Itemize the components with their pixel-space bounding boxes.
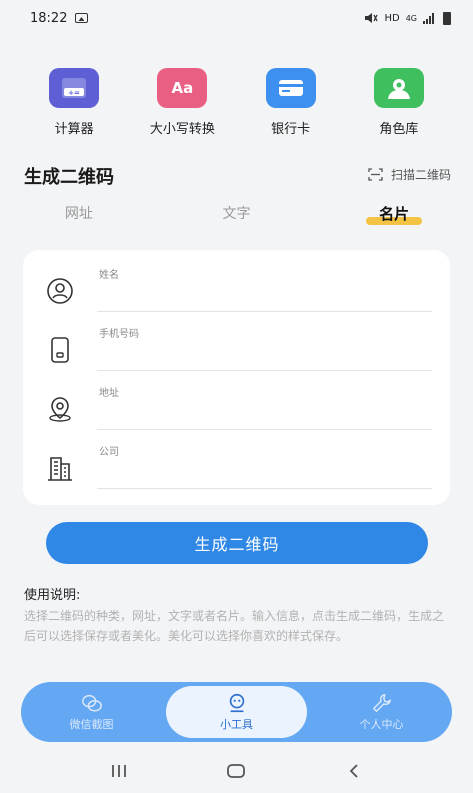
chat-icon: [81, 694, 102, 712]
form-row-phone: 手机号码: [23, 325, 450, 384]
home-button[interactable]: [216, 756, 256, 786]
calculator-icon: +=: [49, 68, 100, 108]
instructions-title: 使用说明:: [24, 588, 81, 603]
company-input[interactable]: [97, 467, 432, 489]
network-type-label: 4G: [405, 13, 417, 23]
tool-label: 计算器: [54, 122, 94, 137]
field-label-company: 公司: [99, 447, 119, 458]
tab-url[interactable]: 网址: [0, 203, 158, 227]
field-label-address: 地址: [99, 388, 119, 399]
qr-type-tabs: 网址 文字 名片: [0, 203, 473, 227]
nav-item-profile[interactable]: 个人中心: [311, 686, 452, 738]
section-title: 生成二维码: [24, 167, 114, 188]
name-input[interactable]: [97, 290, 432, 312]
status-time: 18:22: [30, 10, 68, 26]
network-hd-label: HD: [384, 12, 400, 24]
business-card-form: 姓名 手机号码 地址 公司: [23, 250, 450, 505]
generate-qrcode-button[interactable]: 生成二维码: [46, 522, 428, 564]
status-bar: 18:22 HD 4G: [0, 0, 473, 36]
image-notification-icon: [75, 13, 89, 23]
tool-character-library[interactable]: 角色库: [349, 68, 449, 137]
robot-icon: [229, 693, 244, 713]
instructions-body: 选择二维码的种类，网址，文字或者名片。输入信息，点击生成二维码，生成之后可以选择…: [24, 609, 445, 643]
mute-icon: [365, 13, 379, 23]
battery-icon: [443, 11, 451, 25]
scan-qrcode-button[interactable]: 扫描二维码: [368, 166, 451, 183]
location-icon: [45, 394, 75, 424]
form-row-name: 姓名: [23, 266, 450, 325]
tool-label: 角色库: [379, 122, 419, 137]
nav-label: 小工具: [220, 718, 253, 731]
tab-label: 名片: [379, 205, 410, 223]
scan-icon: [368, 168, 383, 181]
tab-business-card[interactable]: 名片: [315, 203, 473, 227]
status-right: HD 4G: [364, 11, 451, 25]
home-icon: [227, 763, 246, 778]
nav-item-tools[interactable]: 小工具: [166, 686, 307, 738]
tool-bank-card[interactable]: 银行卡: [241, 68, 341, 137]
back-button[interactable]: [334, 756, 374, 786]
recent-apps-button[interactable]: [99, 756, 139, 786]
tool-case-convert[interactable]: Aa 大小写转换: [132, 68, 232, 137]
form-row-address: 地址: [23, 384, 450, 443]
form-row-company: 公司: [23, 443, 450, 502]
signal-icon: [423, 12, 437, 24]
building-icon: [45, 453, 75, 483]
recent-apps-icon: [111, 764, 126, 777]
scan-qrcode-label: 扫描二维码: [390, 168, 451, 182]
wrench-icon: [372, 694, 391, 712]
phone-icon: [45, 335, 75, 365]
back-icon: [349, 763, 358, 778]
tools-row: += 计算器 Aa 大小写转换 银行卡 角色库: [0, 68, 473, 137]
bottom-nav: 微信截图 小工具 个人中心: [21, 682, 452, 742]
case-convert-icon: Aa: [157, 68, 208, 108]
tab-text[interactable]: 文字: [158, 203, 316, 227]
address-input[interactable]: [97, 408, 432, 430]
nav-label: 个人中心: [359, 718, 404, 731]
phone-input[interactable]: [97, 349, 432, 371]
tool-label: 银行卡: [271, 122, 311, 137]
field-label-name: 姓名: [99, 270, 119, 281]
status-left: 18:22: [30, 10, 89, 26]
tool-label: 大小写转换: [149, 122, 215, 137]
svg-text:+=: +=: [68, 89, 80, 97]
nav-item-wechat-screenshot[interactable]: 微信截图: [21, 686, 162, 738]
nav-label: 微信截图: [69, 718, 114, 731]
person-icon: [45, 276, 75, 306]
tab-label: 文字: [222, 206, 251, 222]
bank-card-icon: [265, 68, 316, 108]
tab-label: 网址: [64, 206, 93, 222]
character-library-icon: [373, 68, 424, 108]
system-nav-bar: [0, 748, 473, 793]
field-label-phone: 手机号码: [99, 329, 139, 340]
tool-calculator[interactable]: += 计算器: [24, 68, 124, 137]
case-convert-glyph: Aa: [171, 79, 194, 97]
